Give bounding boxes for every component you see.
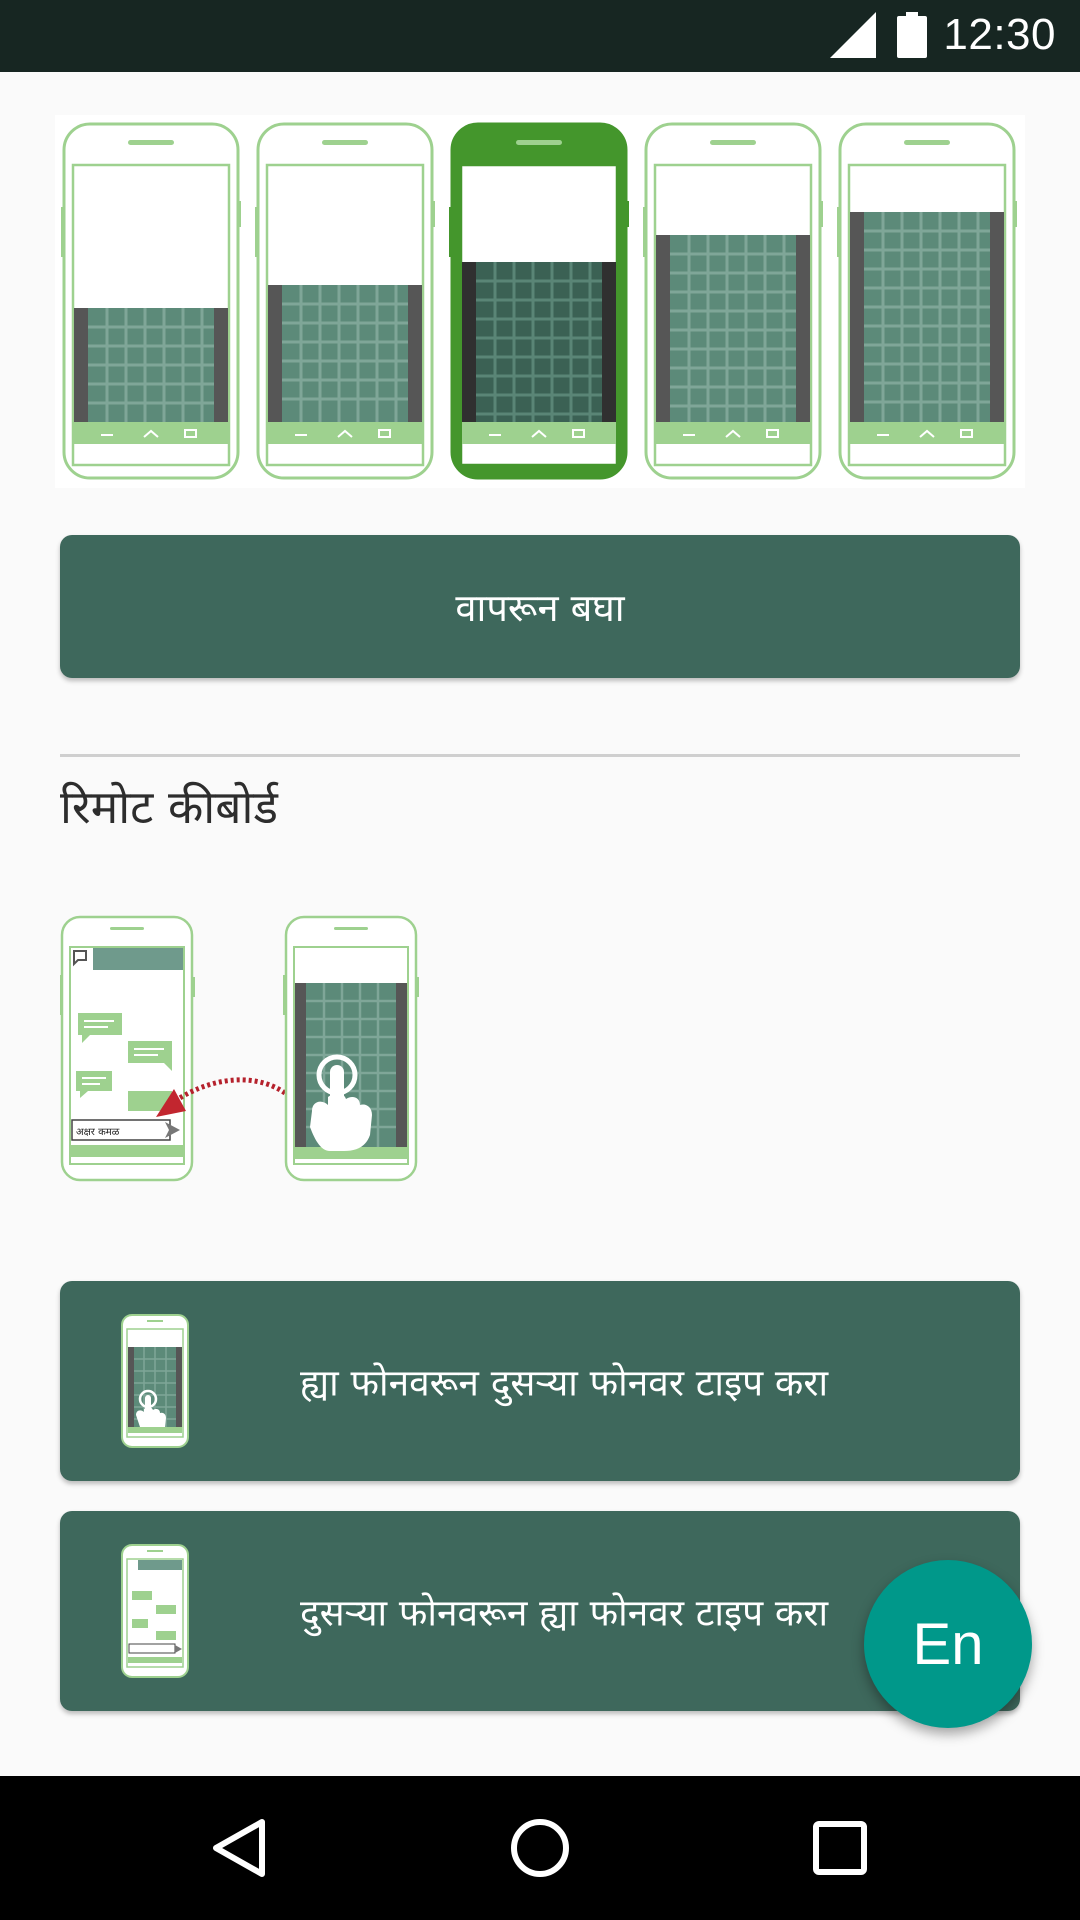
language-toggle-label: En: [912, 1611, 984, 1677]
signal-icon: [830, 12, 876, 58]
try-keyboard-label: वापरून बघा: [455, 585, 625, 630]
chat-phone-icon: [121, 1544, 189, 1678]
keyboard-height-option-3-selected[interactable]: [449, 121, 629, 481]
remote-keyboard-illustration: अक्षर कमळ: [60, 915, 419, 1182]
recents-icon[interactable]: [798, 1806, 882, 1890]
keyboard-height-option-4[interactable]: [643, 121, 823, 481]
keyboard-height-option-5[interactable]: [837, 121, 1017, 481]
remote-keyboard-title: रिमोट कीबोर्ड: [60, 780, 278, 834]
status-time: 12:30: [943, 10, 1056, 59]
type-to-other-phone-label: ह्या फोनवरून दुसऱ्या फोनवर टाइप करा: [300, 1361, 829, 1405]
keyboard-height-selector: [55, 115, 1025, 488]
type-to-other-phone-button[interactable]: ह्या फोनवरून दुसऱ्या फोनवर टाइप करा: [60, 1281, 1020, 1481]
navigation-bar: [0, 1776, 1080, 1920]
keyboard-phone-icon: [121, 1314, 189, 1448]
status-bar: 12:30: [0, 0, 1080, 72]
try-keyboard-button[interactable]: वापरून बघा: [60, 535, 1020, 678]
back-icon[interactable]: [198, 1806, 282, 1890]
home-icon[interactable]: [498, 1806, 582, 1890]
language-toggle-fab[interactable]: En: [864, 1560, 1032, 1728]
keyboard-height-option-2[interactable]: [255, 121, 435, 481]
section-divider: [60, 754, 1020, 757]
illustration-input-text: अक्षर कमळ: [76, 1127, 120, 1138]
keyboard-height-option-1[interactable]: [61, 121, 241, 481]
battery-icon: [897, 12, 927, 58]
